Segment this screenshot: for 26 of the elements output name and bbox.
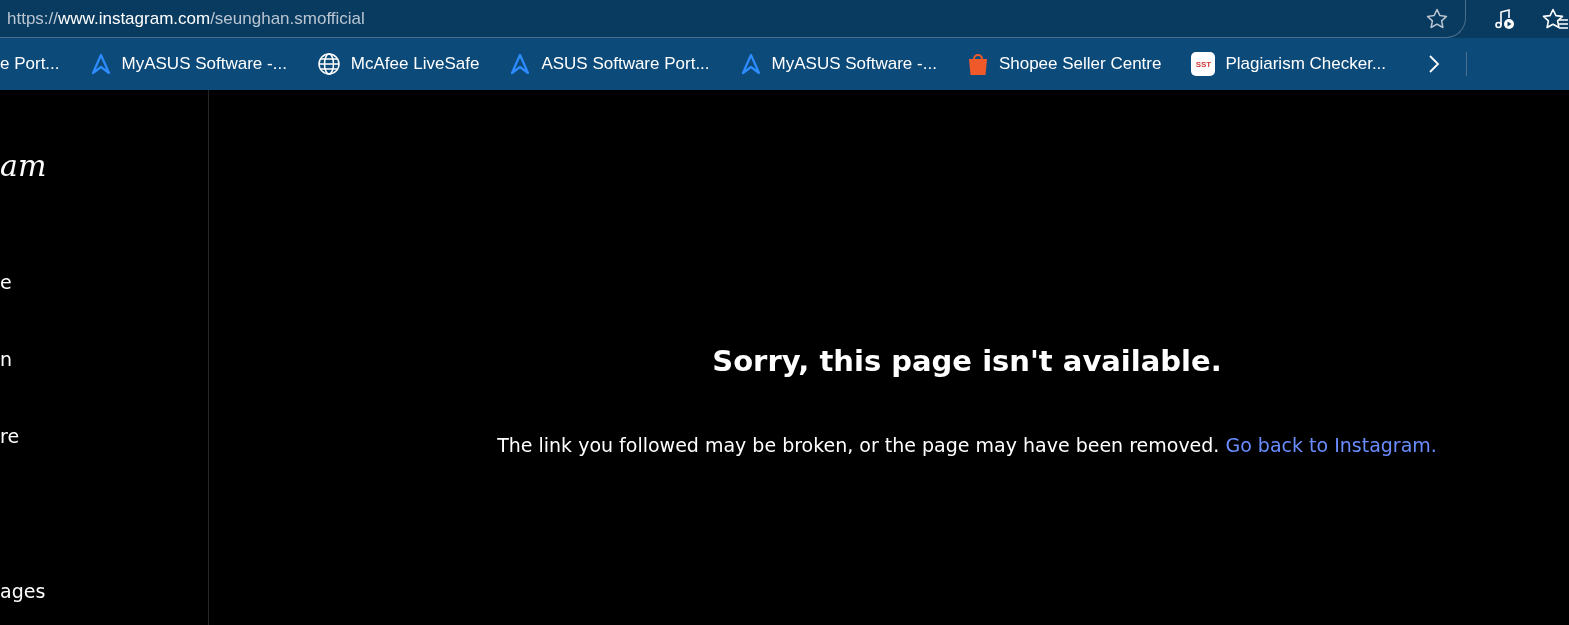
nav-item[interactable]: ages bbox=[0, 580, 46, 602]
favorite-star-icon[interactable] bbox=[1425, 6, 1449, 31]
arrow-logo-icon bbox=[739, 53, 762, 75]
error-title: Sorry, this page isn't available. bbox=[712, 344, 1222, 378]
music-note-icon[interactable] bbox=[1492, 7, 1516, 31]
nav-item[interactable]: n bbox=[0, 348, 13, 370]
chevron-right-icon[interactable] bbox=[1428, 54, 1441, 74]
bookmark-item[interactable]: e Port... bbox=[0, 54, 60, 74]
arrow-logo-icon bbox=[89, 53, 112, 75]
bookmark-item[interactable]: ASUS Software Port... bbox=[509, 53, 710, 75]
bookmark-item[interactable]: SST Plagiarism Checker... bbox=[1191, 52, 1387, 76]
site-logo-icon: SST bbox=[1191, 52, 1216, 76]
nav-item[interactable]: re bbox=[0, 425, 20, 447]
logo-text: am bbox=[0, 148, 48, 183]
bookmark-item[interactable]: Shopee Seller Centre bbox=[966, 52, 1162, 76]
url-text: https://www.instagram.com/seunghan.smofficial bbox=[7, 8, 365, 29]
bookmark-item[interactable]: MyASUS Software -... bbox=[739, 53, 937, 75]
error-message: The link you followed may be broken, or the page may have been removed. bbox=[497, 434, 1220, 456]
arrow-logo-icon bbox=[509, 53, 532, 75]
shopping-bag-icon bbox=[966, 52, 989, 76]
back-link[interactable]: Go back to Instagram. bbox=[1225, 434, 1437, 456]
globe-icon bbox=[316, 52, 341, 76]
favorites-list-icon[interactable] bbox=[1542, 7, 1568, 31]
bookmark-item[interactable]: McAfee LiveSafe bbox=[316, 52, 480, 76]
nav-item[interactable]: e bbox=[0, 271, 12, 293]
bookmark-item[interactable]: MyASUS Software -... bbox=[89, 53, 287, 75]
